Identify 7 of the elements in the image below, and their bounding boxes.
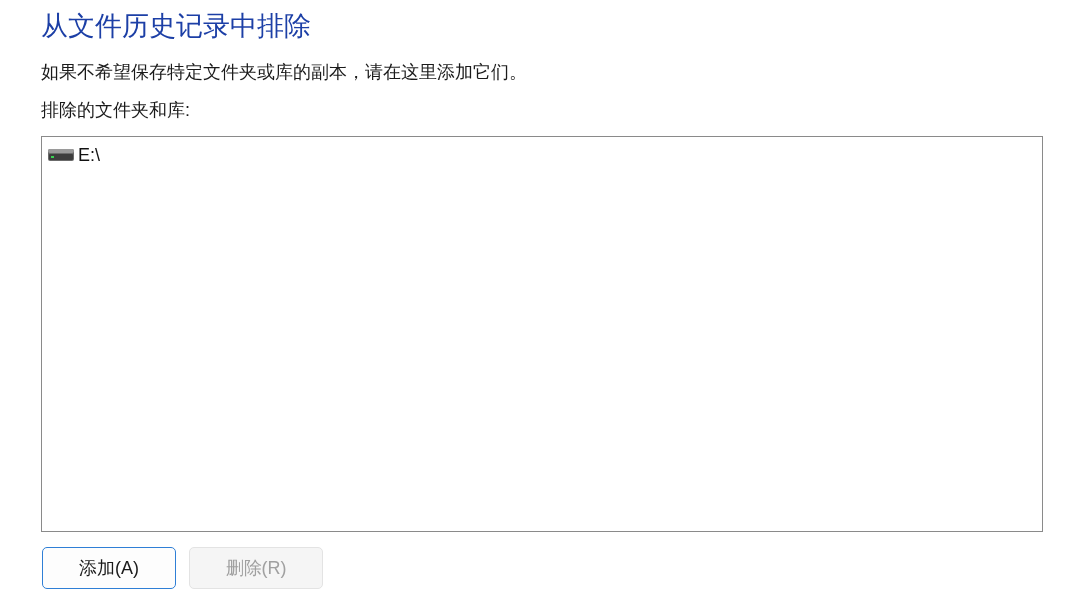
description-text: 如果不希望保存特定文件夹或库的副本，请在这里添加它们。: [41, 61, 527, 84]
excluded-folders-list[interactable]: E:\: [41, 136, 1043, 532]
page-title: 从文件历史记录中排除: [41, 10, 311, 42]
list-item[interactable]: E:\: [48, 143, 102, 167]
add-button[interactable]: 添加(A): [42, 547, 176, 589]
list-label: 排除的文件夹和库:: [41, 99, 190, 122]
drive-icon: [48, 149, 74, 161]
